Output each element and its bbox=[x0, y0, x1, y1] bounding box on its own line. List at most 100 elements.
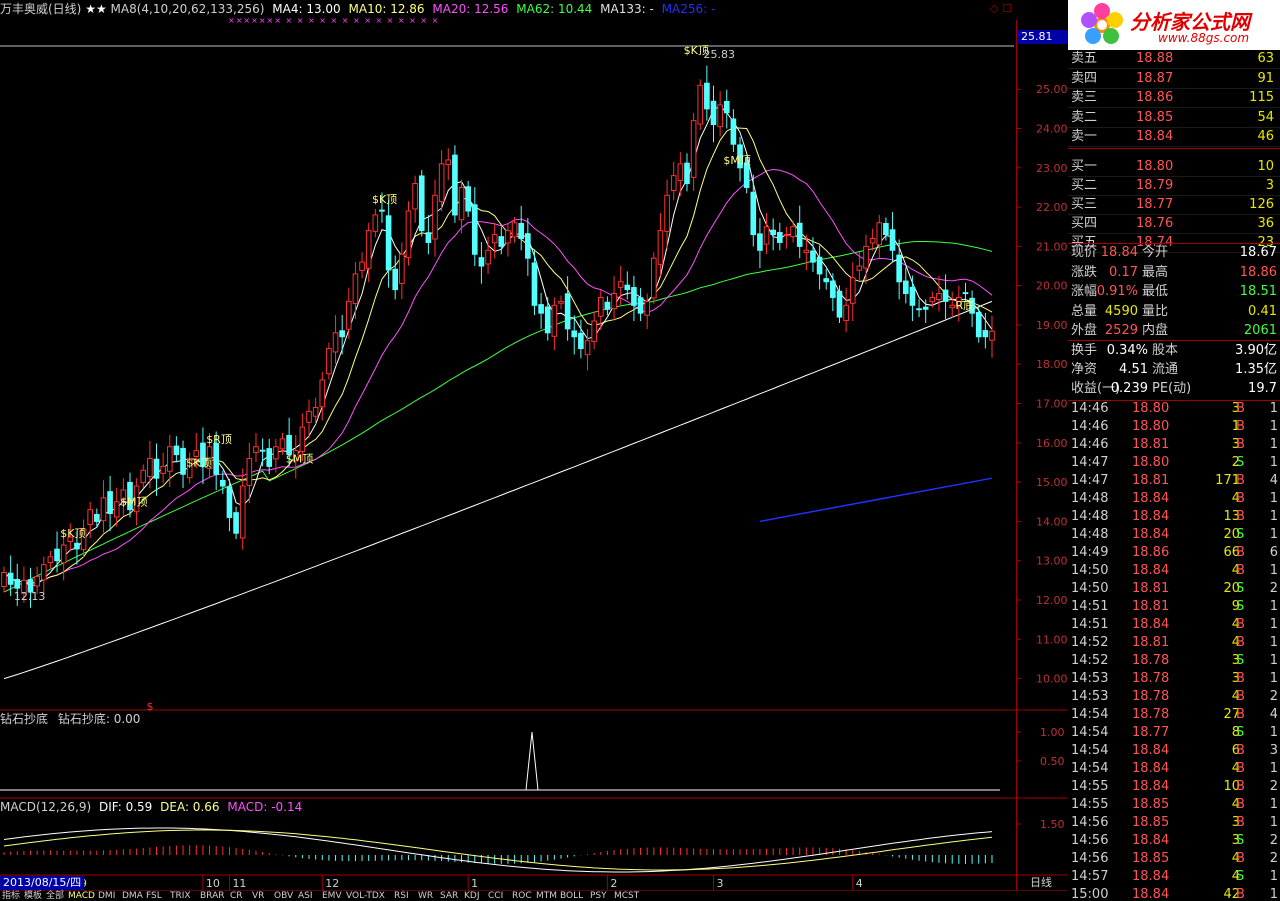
candle-body bbox=[147, 458, 153, 478]
tick-price: 18.78 bbox=[1132, 707, 1170, 722]
indicator-tab[interactable]: BRAR bbox=[200, 891, 224, 901]
stat-value: 0.34% bbox=[1106, 343, 1148, 358]
tick-side: S bbox=[1236, 599, 1245, 614]
indicator-tab[interactable]: OBV bbox=[274, 891, 293, 901]
candle-body bbox=[531, 262, 538, 306]
candle-body bbox=[717, 104, 723, 128]
candle-body bbox=[657, 230, 664, 265]
tick-row: 14:46 18.81 3 B 1 bbox=[1068, 436, 1280, 454]
candle-body bbox=[803, 249, 810, 254]
indicator-tab[interactable]: KDJ bbox=[464, 891, 480, 901]
indicator-tab[interactable]: CCI bbox=[488, 891, 503, 901]
indicator-tab[interactable]: 模板 bbox=[24, 891, 42, 901]
indicator-tab[interactable]: ROC bbox=[512, 891, 532, 901]
stat-value: 0.41 bbox=[1248, 303, 1277, 319]
indicator-tab[interactable]: FSL bbox=[146, 891, 162, 901]
tick-time: 14:46 bbox=[1071, 419, 1109, 434]
candle-body bbox=[478, 257, 485, 267]
stock-name: 万丰奥威(日线) bbox=[0, 2, 82, 16]
order-price: 18.87 bbox=[1136, 70, 1174, 86]
candle-body bbox=[412, 183, 418, 210]
candle-body bbox=[273, 446, 279, 460]
indicator-tab[interactable]: SAR bbox=[440, 891, 458, 901]
candle-body bbox=[166, 446, 173, 472]
indicator-tab[interactable]: MACD bbox=[68, 891, 95, 901]
tick-count: 1 bbox=[1269, 671, 1278, 686]
chart-svg: 25.0024.0023.0022.0021.0020.0019.0018.00… bbox=[0, 20, 1068, 890]
indicator-tab[interactable]: DMI bbox=[98, 891, 115, 901]
indicator-tab[interactable]: DMA bbox=[122, 891, 143, 901]
order-level-label: 买三 bbox=[1071, 196, 1098, 212]
tick-price: 18.86 bbox=[1132, 545, 1170, 560]
tick-time: 14:52 bbox=[1071, 635, 1109, 650]
tick-count: 1 bbox=[1269, 617, 1278, 632]
order-price: 18.80 bbox=[1136, 158, 1174, 174]
indicator-tab[interactable]: ASI bbox=[298, 891, 313, 901]
candle-body bbox=[723, 100, 730, 114]
indicator-tab[interactable]: EMV bbox=[322, 891, 342, 901]
stat-label: 涨跌 bbox=[1071, 264, 1098, 280]
buy-row: 买二 18.79 3 bbox=[1068, 177, 1280, 196]
indicator-tab[interactable]: RSI bbox=[394, 891, 409, 901]
candle-body bbox=[796, 222, 803, 247]
candle-body bbox=[511, 222, 518, 238]
tick-row: 14:55 18.84 10 B 2 bbox=[1068, 778, 1280, 796]
logo-url: www.88gs.com bbox=[1158, 31, 1250, 45]
order-volume: 115 bbox=[1249, 90, 1274, 105]
indicator-tab[interactable]: WR bbox=[418, 891, 433, 901]
candle-body bbox=[220, 479, 226, 487]
candle-body bbox=[432, 194, 438, 240]
indicator-tab[interactable]: BOLL bbox=[560, 891, 583, 901]
order-level-label: 卖一 bbox=[1071, 129, 1098, 144]
indicator-tab[interactable]: MTM bbox=[536, 891, 557, 901]
candle-body bbox=[770, 229, 776, 236]
tick-count: 1 bbox=[1269, 437, 1278, 452]
indicator-tab[interactable]: MCST bbox=[614, 891, 639, 901]
tick-count: 1 bbox=[1269, 653, 1278, 668]
candle-body bbox=[425, 232, 432, 243]
tick-price: 18.78 bbox=[1132, 653, 1170, 668]
indicator-tab[interactable]: VR bbox=[252, 891, 264, 901]
ma10-line bbox=[3, 127, 993, 585]
order-level-label: 卖五 bbox=[1071, 51, 1098, 66]
candle-body bbox=[266, 448, 273, 467]
indicator-tab[interactable]: VOL-TDX bbox=[346, 891, 385, 901]
tick-side: S bbox=[1236, 869, 1245, 884]
candle-body bbox=[836, 290, 843, 318]
indicator-tab[interactable]: TRIX bbox=[170, 891, 191, 901]
indicator-tab[interactable]: 全部 bbox=[46, 891, 64, 901]
candle-body bbox=[392, 268, 399, 291]
tick-count: 1 bbox=[1269, 761, 1278, 776]
order-volume: 36 bbox=[1257, 215, 1274, 231]
indicator-tab[interactable]: CR bbox=[230, 891, 243, 901]
macd-dif: DIF: 0.59 bbox=[98, 800, 153, 814]
candle-body bbox=[597, 296, 604, 317]
candle-body bbox=[670, 175, 677, 191]
top-flags: ××××××× × × × × × × × × × × × × × × bbox=[228, 16, 440, 25]
period-label[interactable]: 日线 bbox=[1030, 876, 1068, 890]
candle-body bbox=[929, 296, 936, 303]
candle-body bbox=[830, 280, 836, 298]
candle-body bbox=[332, 332, 339, 353]
tick-side: B bbox=[1236, 671, 1245, 686]
chart-annotation: 12.13 bbox=[14, 590, 46, 603]
chart-annotation: $K顶 bbox=[186, 456, 211, 469]
tick-time: 14:52 bbox=[1071, 653, 1109, 668]
candle-body bbox=[498, 236, 505, 247]
month-label: 12 bbox=[325, 877, 339, 890]
order-price: 18.88 bbox=[1136, 51, 1174, 66]
tick-time: 14:54 bbox=[1071, 761, 1109, 776]
tick-side: S bbox=[1236, 527, 1245, 542]
candle-body bbox=[889, 229, 896, 251]
quote-divider bbox=[1068, 148, 1280, 149]
indicator-tab[interactable]: 指标 bbox=[2, 891, 20, 901]
macd-value: MACD: -0.14 bbox=[227, 800, 303, 814]
candle-body bbox=[1, 571, 7, 588]
macd-header: MACD(12,26,9) DIF: 0.59 DEA: 0.66 MACD: … bbox=[0, 799, 700, 815]
candle-body bbox=[458, 186, 465, 221]
indicator-tab[interactable]: PSY bbox=[590, 891, 607, 901]
window-control-icons[interactable]: ◇ ☐ bbox=[990, 2, 1018, 16]
candle-body bbox=[710, 100, 717, 126]
stock-chart-window: 25.00 24.00 23.00 22.00 21.00 20.00 19.00 18.00… bbox=[0, 0, 1280, 901]
candle-body bbox=[485, 249, 491, 265]
